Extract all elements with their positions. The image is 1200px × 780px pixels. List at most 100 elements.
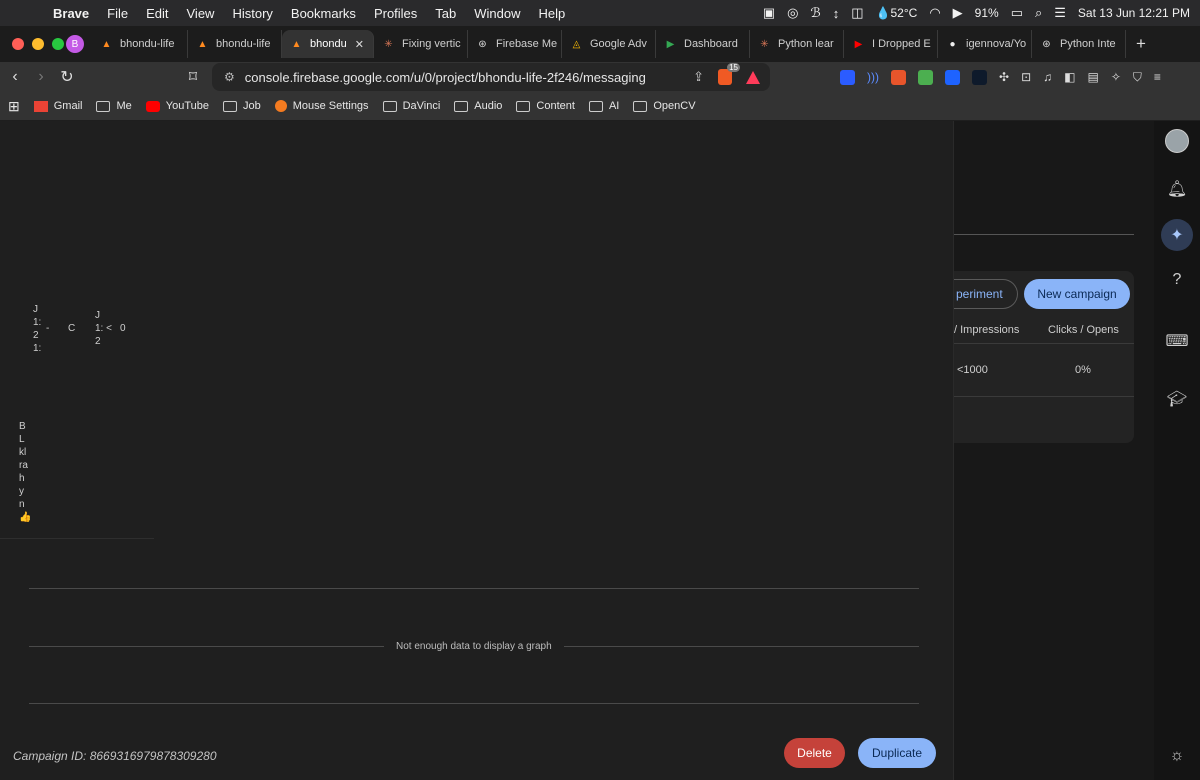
duplicate-button[interactable]: Duplicate (858, 738, 936, 768)
browser-menu-icon[interactable]: ≡ (1154, 70, 1161, 84)
menu-bookmarks[interactable]: Bookmarks (282, 6, 365, 21)
zoom-window-button[interactable] (52, 38, 64, 50)
site-settings-icon[interactable]: ⚙ (224, 70, 235, 84)
tab-firebase-messaging[interactable]: ⊛ Firebase Me (468, 30, 562, 58)
arrows-updown-icon[interactable]: ↕ (833, 6, 840, 21)
bookmark-youtube[interactable]: YouTube (145, 100, 209, 112)
wallet-icon[interactable]: ▤ (1087, 70, 1098, 84)
brave-shields-icon[interactable]: 15 (718, 63, 740, 85)
play-circle-icon[interactable]: ▶ (953, 5, 963, 21)
bookmark-gmail[interactable]: Gmail (33, 100, 82, 112)
bookmark-audio[interactable]: Audio (454, 100, 502, 112)
battery-icon[interactable]: ▭ (1011, 5, 1023, 21)
google-ads-icon: ◬ (572, 38, 581, 50)
leo-ai-icon[interactable]: ✧ (1111, 70, 1121, 84)
screen-mirror-icon[interactable]: ▣ (763, 5, 775, 21)
tab-youtube-video[interactable]: ▶ I Dropped E (844, 30, 938, 58)
menu-app-name[interactable]: Brave (44, 6, 98, 21)
text-fragment: 1: < (95, 323, 112, 334)
puzzle-extensions-icon[interactable]: ✣ (999, 70, 1009, 84)
green-extension-icon[interactable] (918, 69, 933, 85)
bookmark-ai[interactable]: AI (588, 100, 619, 112)
campaigns-background (954, 121, 1154, 780)
tab-bhondu-life-2[interactable]: ▲ bhondu-life (188, 30, 282, 58)
menu-tab[interactable]: Tab (426, 6, 465, 21)
forward-arrow-icon[interactable]: › (28, 68, 54, 86)
firebase-icon: ▲ (197, 38, 208, 50)
account-avatar[interactable] (1165, 129, 1189, 153)
menu-view[interactable]: View (178, 6, 224, 21)
tab-github[interactable]: ● igennova/Yo (938, 30, 1032, 58)
menu-edit[interactable]: Edit (137, 6, 177, 21)
text-fragment: - (46, 323, 50, 334)
bookmark-content[interactable]: Content (516, 100, 575, 112)
blue-extension-icon[interactable] (945, 69, 960, 85)
x-extension-icon[interactable] (972, 69, 987, 85)
bookmark-davinci[interactable]: DaVinci (382, 100, 440, 112)
back-arrow-icon[interactable]: ‹ (2, 68, 28, 86)
graph-gridline (29, 703, 919, 704)
text-fragment: 2 (95, 336, 101, 347)
bookmark-page-icon[interactable]: ⌑ (180, 67, 206, 87)
menu-file[interactable]: File (98, 6, 137, 21)
brave-rewards-icon[interactable] (746, 70, 760, 84)
minimize-window-button[interactable] (32, 38, 44, 50)
vpn-shield-icon[interactable]: ⛉ (1133, 70, 1142, 85)
column-impressions-header[interactable]: / Impressions (954, 324, 1019, 336)
music-icon[interactable]: ♫ (1043, 70, 1052, 84)
split-view-icon[interactable]: ◫ (851, 5, 863, 21)
tab-bhondu-active[interactable]: ▲ bhondu ✕ (282, 30, 374, 58)
menu-profiles[interactable]: Profiles (365, 6, 426, 21)
address-bar[interactable]: ⚙ console.firebase.google.com/u/0/projec… (212, 63, 770, 91)
bookmark-mouse-settings[interactable]: Mouse Settings (274, 100, 369, 112)
youtube-icon (145, 100, 160, 112)
new-tab-button[interactable]: + (1126, 34, 1156, 54)
timer-icon[interactable]: ◎ (787, 5, 798, 21)
tab-python-learning[interactable]: ✳ Python lear (750, 30, 844, 58)
tab-python-interview[interactable]: ⊛ Python Inte (1032, 30, 1126, 58)
tab-google-ads[interactable]: ◬ Google Adv (562, 30, 656, 58)
column-clicks-header[interactable]: Clicks / Opens (1048, 324, 1119, 336)
delete-button[interactable]: Delete (784, 738, 845, 768)
tab-bhondu-life-1[interactable]: ▲ bhondu-life (92, 30, 188, 58)
new-experiment-button[interactable]: periment (954, 279, 1018, 309)
folder-icon (516, 100, 531, 112)
brave-b-icon[interactable]: ℬ (811, 5, 821, 21)
tab-fixing-vertical[interactable]: ✳ Fixing vertic (374, 30, 468, 58)
menu-help[interactable]: Help (530, 6, 575, 21)
menu-history[interactable]: History (223, 6, 281, 21)
apps-grid-icon[interactable]: ⊞ (8, 98, 20, 115)
bookmark-opencv[interactable]: OpenCV (633, 100, 696, 112)
fox-extension-icon[interactable] (891, 69, 906, 85)
menubar-datetime[interactable]: Sat 13 Jun 12:21 PM (1078, 6, 1190, 20)
close-window-button[interactable] (12, 38, 24, 50)
weather-temperature[interactable]: 💧52°C (876, 6, 918, 20)
reload-icon[interactable]: ↻ (54, 67, 80, 87)
claude-icon: ✳ (760, 38, 769, 50)
gemini-spark-icon[interactable]: ✦ (1161, 219, 1193, 251)
new-campaign-button[interactable]: New campaign (1024, 279, 1130, 309)
learn-graduation-cap-icon[interactable]: 🎓︎ (1154, 389, 1200, 409)
help-icon[interactable]: ? (1154, 271, 1200, 289)
theme-brightness-icon[interactable]: ☼ (1154, 747, 1200, 765)
tab-dashboard[interactable]: ▶ Dashboard (656, 30, 750, 58)
spotlight-search-icon[interactable]: ⌕ (1035, 5, 1042, 21)
control-center-icon[interactable]: ☰ (1054, 5, 1066, 21)
bookmark-me[interactable]: Me (96, 100, 132, 112)
bitwarden-extension-icon[interactable] (840, 69, 855, 85)
close-tab-icon[interactable]: ✕ (355, 38, 364, 51)
url-text[interactable]: console.firebase.google.com/u/0/project/… (245, 70, 646, 85)
sidebar-toggle-icon[interactable]: ◧ (1064, 70, 1075, 84)
divider (954, 396, 1134, 397)
battery-percent[interactable]: 91% (975, 6, 999, 20)
wifi-icon[interactable]: ◠ (929, 5, 940, 21)
screenshot-extension-icon[interactable]: ⊡ (1021, 70, 1031, 84)
bookmark-job[interactable]: Job (222, 100, 261, 112)
notifications-bell-icon[interactable]: 🔔︎ (1154, 179, 1200, 199)
menu-window[interactable]: Window (465, 6, 529, 21)
readaloud-extension-icon[interactable]: ))) (867, 70, 879, 84)
profile-icon[interactable]: B (66, 35, 84, 53)
text-fragment: 1: (33, 317, 42, 328)
cloud-shell-terminal-icon[interactable]: ⌨ (1154, 331, 1200, 351)
share-icon[interactable]: ⇪ (693, 69, 704, 85)
